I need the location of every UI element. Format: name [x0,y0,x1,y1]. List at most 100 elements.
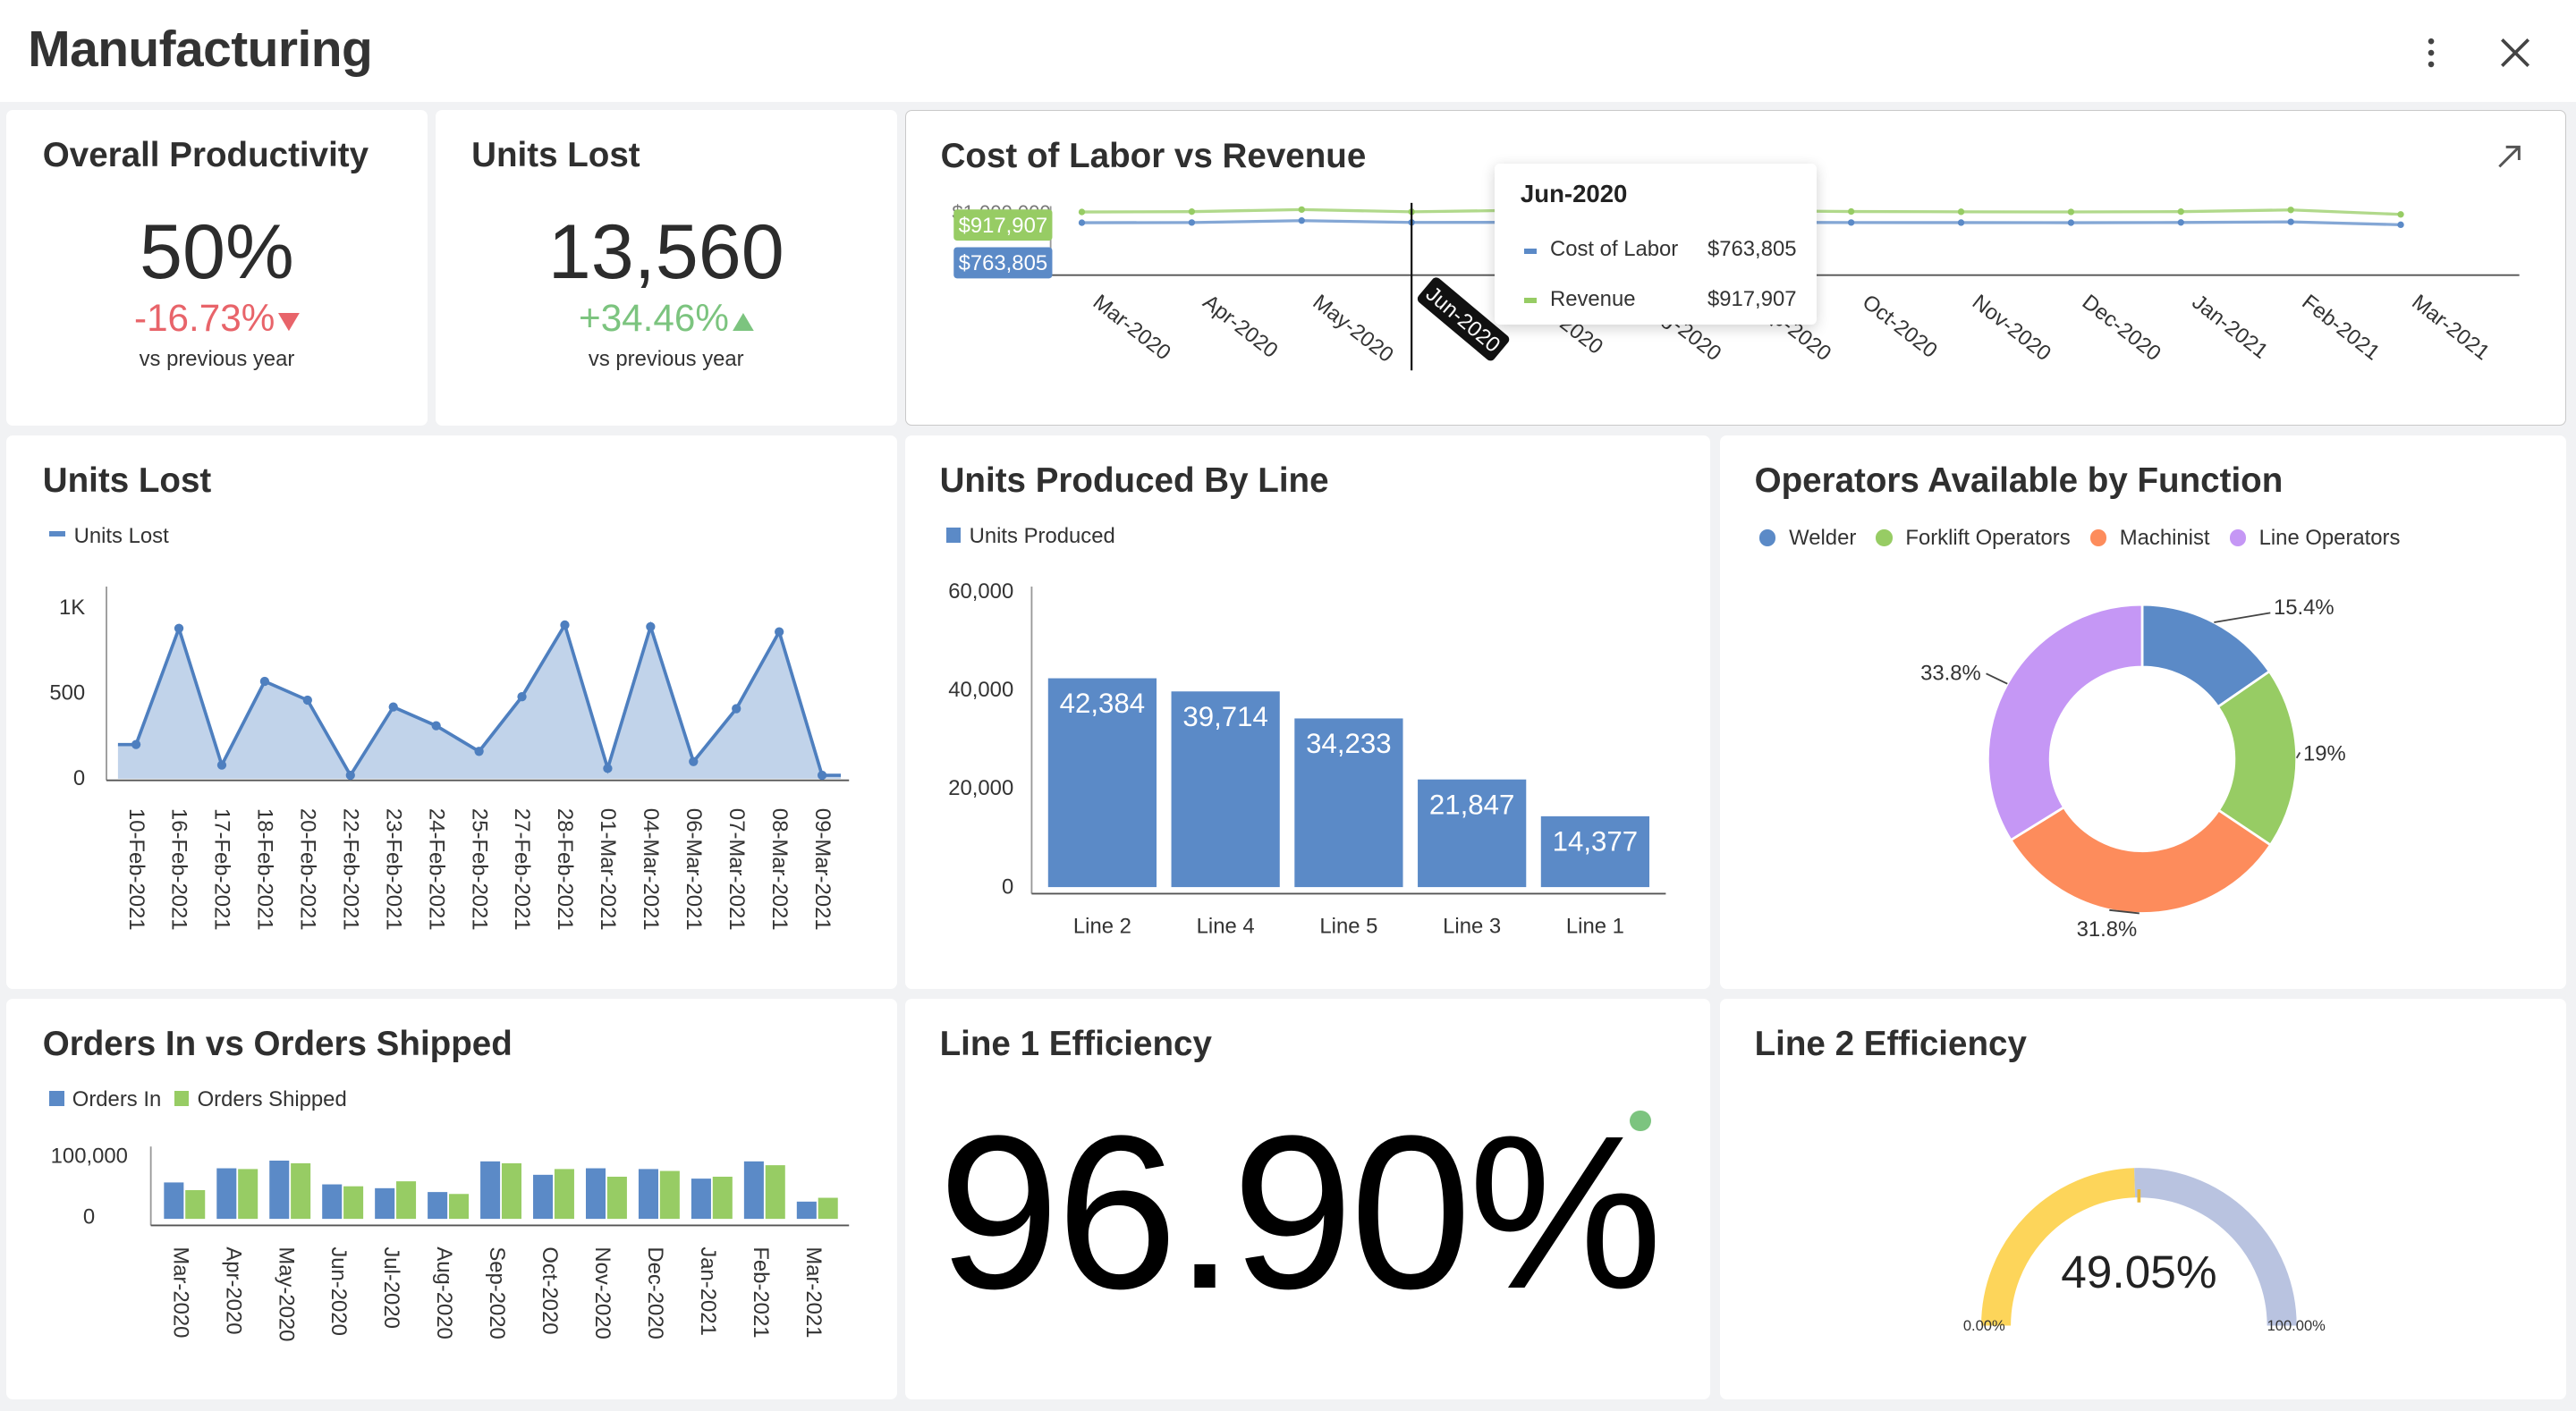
line1-efficiency-card[interactable]: Line 1 Efficiency 96.90% [905,998,1710,1399]
x-tick-label: Dec-2020 [2078,290,2165,366]
x-tick-label: Oct-2020 [538,1246,562,1334]
units-lost-kpi-card[interactable]: Units Lost 13,560 +34.46% vs previous ye… [435,110,897,426]
slice-data-label: 19% [2303,741,2346,765]
bar-orders-in [797,1201,818,1219]
x-tick-label: Oct-2020 [1858,290,1942,363]
line2-gauge[interactable] [1720,999,2566,1399]
x-tick-label: 28-Feb-2021 [553,808,577,931]
kpi-delta-value: -16.73% [134,297,275,340]
x-tick-label: Jun-2020 [327,1246,352,1336]
x-tick-label: 25-Feb-2021 [468,808,492,931]
bar-orders-in [269,1160,290,1219]
y-tick-label: 20,000 [948,776,1013,800]
bar-orders-in [691,1178,712,1219]
page-title: Manufacturing [28,21,373,79]
x-tick-label: Feb-2021 [2297,290,2384,365]
x-tick-label: 04-Mar-2021 [639,808,663,931]
data-point [2397,211,2404,218]
slice-data-label: 31.8% [2077,917,2138,942]
kpi-caption: vs previous year [588,346,744,371]
x-tick-label: Aug-2020 [432,1246,456,1339]
labor-revenue-card[interactable]: Cost of Labor vs Revenue $1,000,000$917,… [905,110,2566,426]
bar-data-label: 42,384 [1060,688,1146,719]
tooltip-label: Revenue [1549,286,1636,311]
kpi-delta: +34.46% [436,297,897,340]
data-point [1298,217,1305,224]
y-tick-label: 60,000 [948,579,1013,604]
card-title: Line 1 Efficiency [939,1025,1212,1064]
data-point [303,695,313,705]
x-tick-label: Sep-2020 [485,1246,509,1339]
data-point [2397,221,2404,229]
data-point [646,621,656,631]
data-point [1957,208,1965,215]
bar-data-label: 34,233 [1306,728,1392,759]
card-title: Units Lost [471,136,640,175]
card-title: Overall Productivity [42,136,369,175]
bar-orders-in [428,1191,448,1219]
orders-card[interactable]: Orders In vs Orders Shipped Orders In Ord… [6,998,897,1399]
data-point [1957,219,1965,226]
bar-orders-shipped [766,1164,786,1219]
bar-orders-in [586,1168,606,1219]
operators-card[interactable]: Operators Available by Function Welder Fo… [1720,435,2566,989]
more-vertical-icon[interactable] [2411,33,2451,72]
productivity-card[interactable]: Overall Productivity 50% -16.73% vs prev… [6,110,428,426]
legend-swatch [1523,249,1538,254]
bar-orders-shipped [449,1193,470,1219]
slice-data-label: 33.8% [1920,661,1981,685]
x-tick-label: Nov-2020 [1968,290,2055,366]
up-triangle-icon [732,313,754,332]
x-tick-label: Nov-2020 [590,1246,614,1339]
bar-orders-shipped [502,1162,522,1219]
bar-orders-in [639,1169,659,1219]
x-tick-label: 22-Feb-2021 [339,808,363,931]
data-point [2067,219,2075,226]
x-tick-label: 10-Feb-2021 [124,808,148,931]
data-point [388,702,399,712]
x-tick-label: 20-Feb-2021 [296,808,320,931]
x-tick-label: 08-Mar-2021 [767,808,792,931]
legend-swatch [1523,298,1538,303]
bar-orders-shipped [818,1197,839,1219]
status-dot [1630,1110,1651,1132]
data-point [345,770,356,780]
close-icon[interactable] [2496,33,2535,72]
units-lost-chart[interactable]: 0 500 1K 10-Feb-2021 16-Feb-2021 17-Feb-2021 1… [6,435,896,989]
data-point [1188,208,1196,215]
units-produced-chart[interactable]: 0 20,000 40,000 60,000 42,384 Line 2 39,714 Lin… [905,435,1710,989]
data-point [2067,208,2075,215]
data-point [2287,207,2294,214]
x-tick-label: 23-Feb-2021 [382,808,406,931]
x-tick-label: 01-Mar-2021 [596,808,620,931]
label-leader-line [1986,672,2008,685]
kpi-value: 50% [140,209,294,296]
line2-efficiency-card[interactable]: Line 2 Efficiency 49.05% 0.00% 100.00% [1720,998,2566,1399]
operators-donut-chart[interactable]: 15.4% 19% 31.8% 33.8% [1720,435,2566,989]
y-tick-label: 500 [50,680,86,705]
orders-chart[interactable]: 100,000 0 Mar-2020 Apr-2020 May-2020 Jun-2020… [6,999,896,1399]
units-lost-card[interactable]: Units Lost Units Lost 0 500 1K 10-Feb-2021 1… [6,435,897,989]
x-tick-label: 18-Feb-2021 [253,808,277,931]
x-tick-label: Mar-2021 [2407,290,2494,365]
label-leader-line [2214,612,2271,623]
x-tick-label: May-2020 [1309,290,1398,368]
gauge-min-label: 0.00% [1962,1317,2005,1335]
revenue-tag-label: $917,907 [959,214,1048,238]
bar-orders-shipped [396,1180,417,1219]
slice-data-label: 15.4% [2274,596,2334,620]
bar-orders-in [744,1161,765,1219]
x-tick-label: Dec-2020 [643,1246,667,1339]
x-tick-label: Feb-2021 [749,1246,773,1338]
bar-orders-in [533,1174,554,1219]
data-point [431,721,442,731]
bar-orders-shipped [185,1189,206,1219]
x-tick-label: 09-Mar-2021 [810,808,835,931]
units-produced-card[interactable]: Units Produced By Line Units Produced 02… [905,435,1710,989]
kpi-value: 13,560 [547,209,784,296]
data-point [1847,219,1855,226]
bar-orders-shipped [238,1169,258,1219]
data-point [131,739,141,749]
data-point [1078,208,1086,215]
x-tick-label: Line 5 [1319,914,1377,938]
